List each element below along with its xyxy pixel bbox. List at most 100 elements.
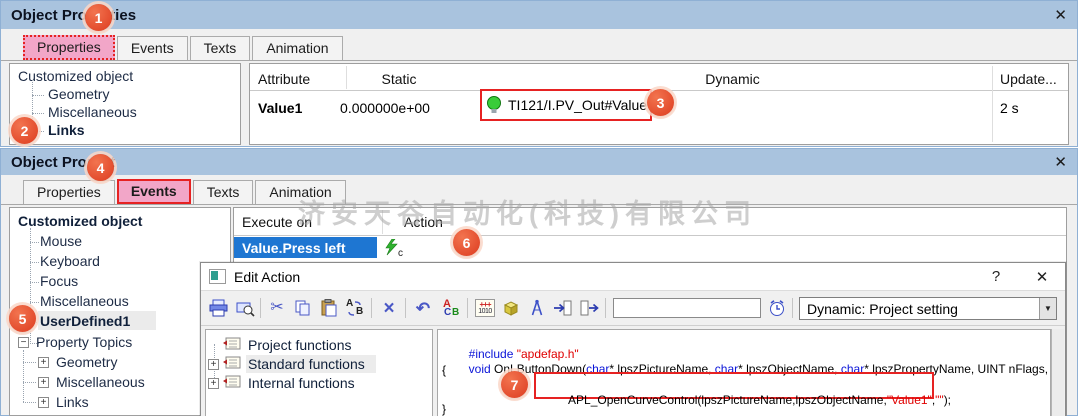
collapse-icon[interactable]: − [18,337,29,348]
cell-update[interactable]: 2 s [1000,100,1019,116]
expand-icon[interactable]: + [38,377,49,388]
toolbar-separator [792,298,793,318]
tree-item-property-topics[interactable]: Property Topics [36,334,132,350]
annotation-7: 7 [501,371,528,398]
expand-icon[interactable]: + [208,359,219,370]
annotation-3: 3 [647,89,674,116]
code-editor[interactable]: #include "apdefap.h" void OnLButtonDown(… [437,329,1051,416]
dialog-toolbar: ✂ A B × ↶ A C B +++ 1010 Dynamic: Projec… [201,291,1065,326]
tree-item-keyboard[interactable]: Keyboard [40,253,100,269]
tree-item-focus[interactable]: Focus [40,273,78,289]
tree-item-geometry[interactable]: Geometry [48,86,109,102]
tree-connector [23,350,24,402]
cell-dynamic[interactable]: TI121/I.PV_Out#Value [508,97,647,113]
delete-icon[interactable]: × [377,296,401,320]
trigger-input[interactable] [613,298,761,318]
close-icon[interactable]: ✕ [1054,8,1067,23]
object-properties-window-1: Object Properties ✕ Properties Events Te… [0,0,1078,147]
tree-item-miscellaneous[interactable]: Miscellaneous [48,104,137,120]
tree-item-miscellaneous[interactable]: Miscellaneous [40,293,129,309]
print-icon[interactable] [207,296,231,320]
code-line-open-brace: { [442,363,447,377]
tree-item-mouse[interactable]: Mouse [40,233,82,249]
event-row-label: Value.Press left [242,240,346,256]
tree-item-links[interactable]: Links [48,122,85,138]
check-spelling-icon[interactable]: A C B [439,296,463,320]
header-divider [234,235,1066,236]
column-header-update: Update... [1000,71,1057,87]
annotation-2: 2 [11,117,38,144]
trigger-clock-icon[interactable] [765,296,789,320]
column-divider [992,66,993,142]
tab-texts[interactable]: Texts [189,36,251,60]
replace-icon[interactable]: A B [343,296,367,320]
tree-connector [23,402,36,403]
close-icon[interactable]: ✕ [1054,155,1067,170]
code-line-call: APL_OpenCurveControl(lpszPictureName,lps… [568,393,952,407]
compass-icon[interactable] [525,296,549,320]
tab-properties[interactable]: Properties [23,35,115,60]
paste-icon[interactable] [317,296,341,320]
tree-item-customized-object[interactable]: Customized object [18,68,133,84]
tab-properties[interactable]: Properties [23,180,115,204]
annotation-1: 1 [85,4,112,31]
number-format-icon[interactable]: +++ 1010 [473,296,497,320]
column-header-static: Static [381,71,417,87]
tab-events[interactable]: Events [116,179,191,204]
function-tree-panel: Project functions + Standard functions +… [205,329,433,416]
toolbar-separator [260,298,261,318]
expand-icon[interactable]: + [38,357,49,368]
toolbar-separator [405,298,406,318]
tree-item-miscellaneous-2[interactable]: Miscellaneous [56,374,145,390]
tree-item-links[interactable]: Links [56,394,89,410]
export-icon[interactable] [577,296,601,320]
tree-item-userdefined1[interactable]: UserDefined1 [40,313,130,329]
code-scrollbar[interactable] [1051,329,1064,416]
tree-connector [30,242,39,243]
import-icon[interactable] [551,296,575,320]
print-preview-icon[interactable] [233,296,257,320]
column-header-dynamic: Dynamic [705,71,760,87]
tree-connector [30,302,39,303]
dialog-title: Edit Action [234,268,301,285]
object-cube-icon[interactable] [499,296,523,320]
event-row-selected[interactable]: Value.Press left [234,237,377,258]
annotation-5: 5 [9,305,36,332]
tab-events[interactable]: Events [116,36,188,60]
function-group-standard[interactable]: Standard functions [248,356,365,372]
tree-connector [23,362,36,363]
tree-item-geometry[interactable]: Geometry [56,354,117,370]
chevron-down-icon[interactable]: ▼ [1039,298,1056,319]
cell-static[interactable]: 0.000000e+00 [320,100,450,116]
action-script-subscript: c [398,248,403,259]
tree-item-customized-object[interactable]: Customized object [18,213,142,229]
function-group-icon [222,375,242,395]
window1-title: Object Properties [11,6,137,24]
toolbar-separator [371,298,372,318]
function-group-internal[interactable]: Internal functions [248,375,355,391]
code-line-close-brace: } [442,402,447,416]
expand-icon[interactable]: + [38,397,49,408]
close-icon[interactable]: ✕ [1027,268,1057,286]
cell-attribute[interactable]: Value1 [258,100,302,116]
watermark-text: 济安天谷自动化(科技)有限公司 [298,199,757,229]
column-divider [346,66,347,89]
help-icon[interactable]: ? [981,268,1011,285]
undo-icon[interactable]: ↶ [411,296,435,320]
bulb-icon[interactable] [486,95,502,120]
copy-icon[interactable] [291,296,315,320]
tree-connector [30,262,39,263]
toolbar-separator [467,298,468,318]
column-header-attribute: Attribute [258,71,311,87]
expand-icon[interactable]: + [208,378,219,389]
tree-connector [32,113,44,114]
tab-texts[interactable]: Texts [192,180,254,204]
window1-tabs: Properties Events Texts Animation [1,35,1077,61]
tab-animation[interactable]: Animation [252,36,343,60]
edit-action-dialog: Edit Action ? ✕ ✂ A B × ↶ A C B +++ 1010… [200,262,1066,416]
action-script-icon[interactable] [384,238,399,261]
cut-icon[interactable]: ✂ [265,296,289,320]
window2-titlebar: Object Propert ✕ [1,149,1077,175]
dynamic-setting-select[interactable]: Dynamic: Project setting ▼ [799,297,1057,320]
function-group-project[interactable]: Project functions [248,337,352,353]
